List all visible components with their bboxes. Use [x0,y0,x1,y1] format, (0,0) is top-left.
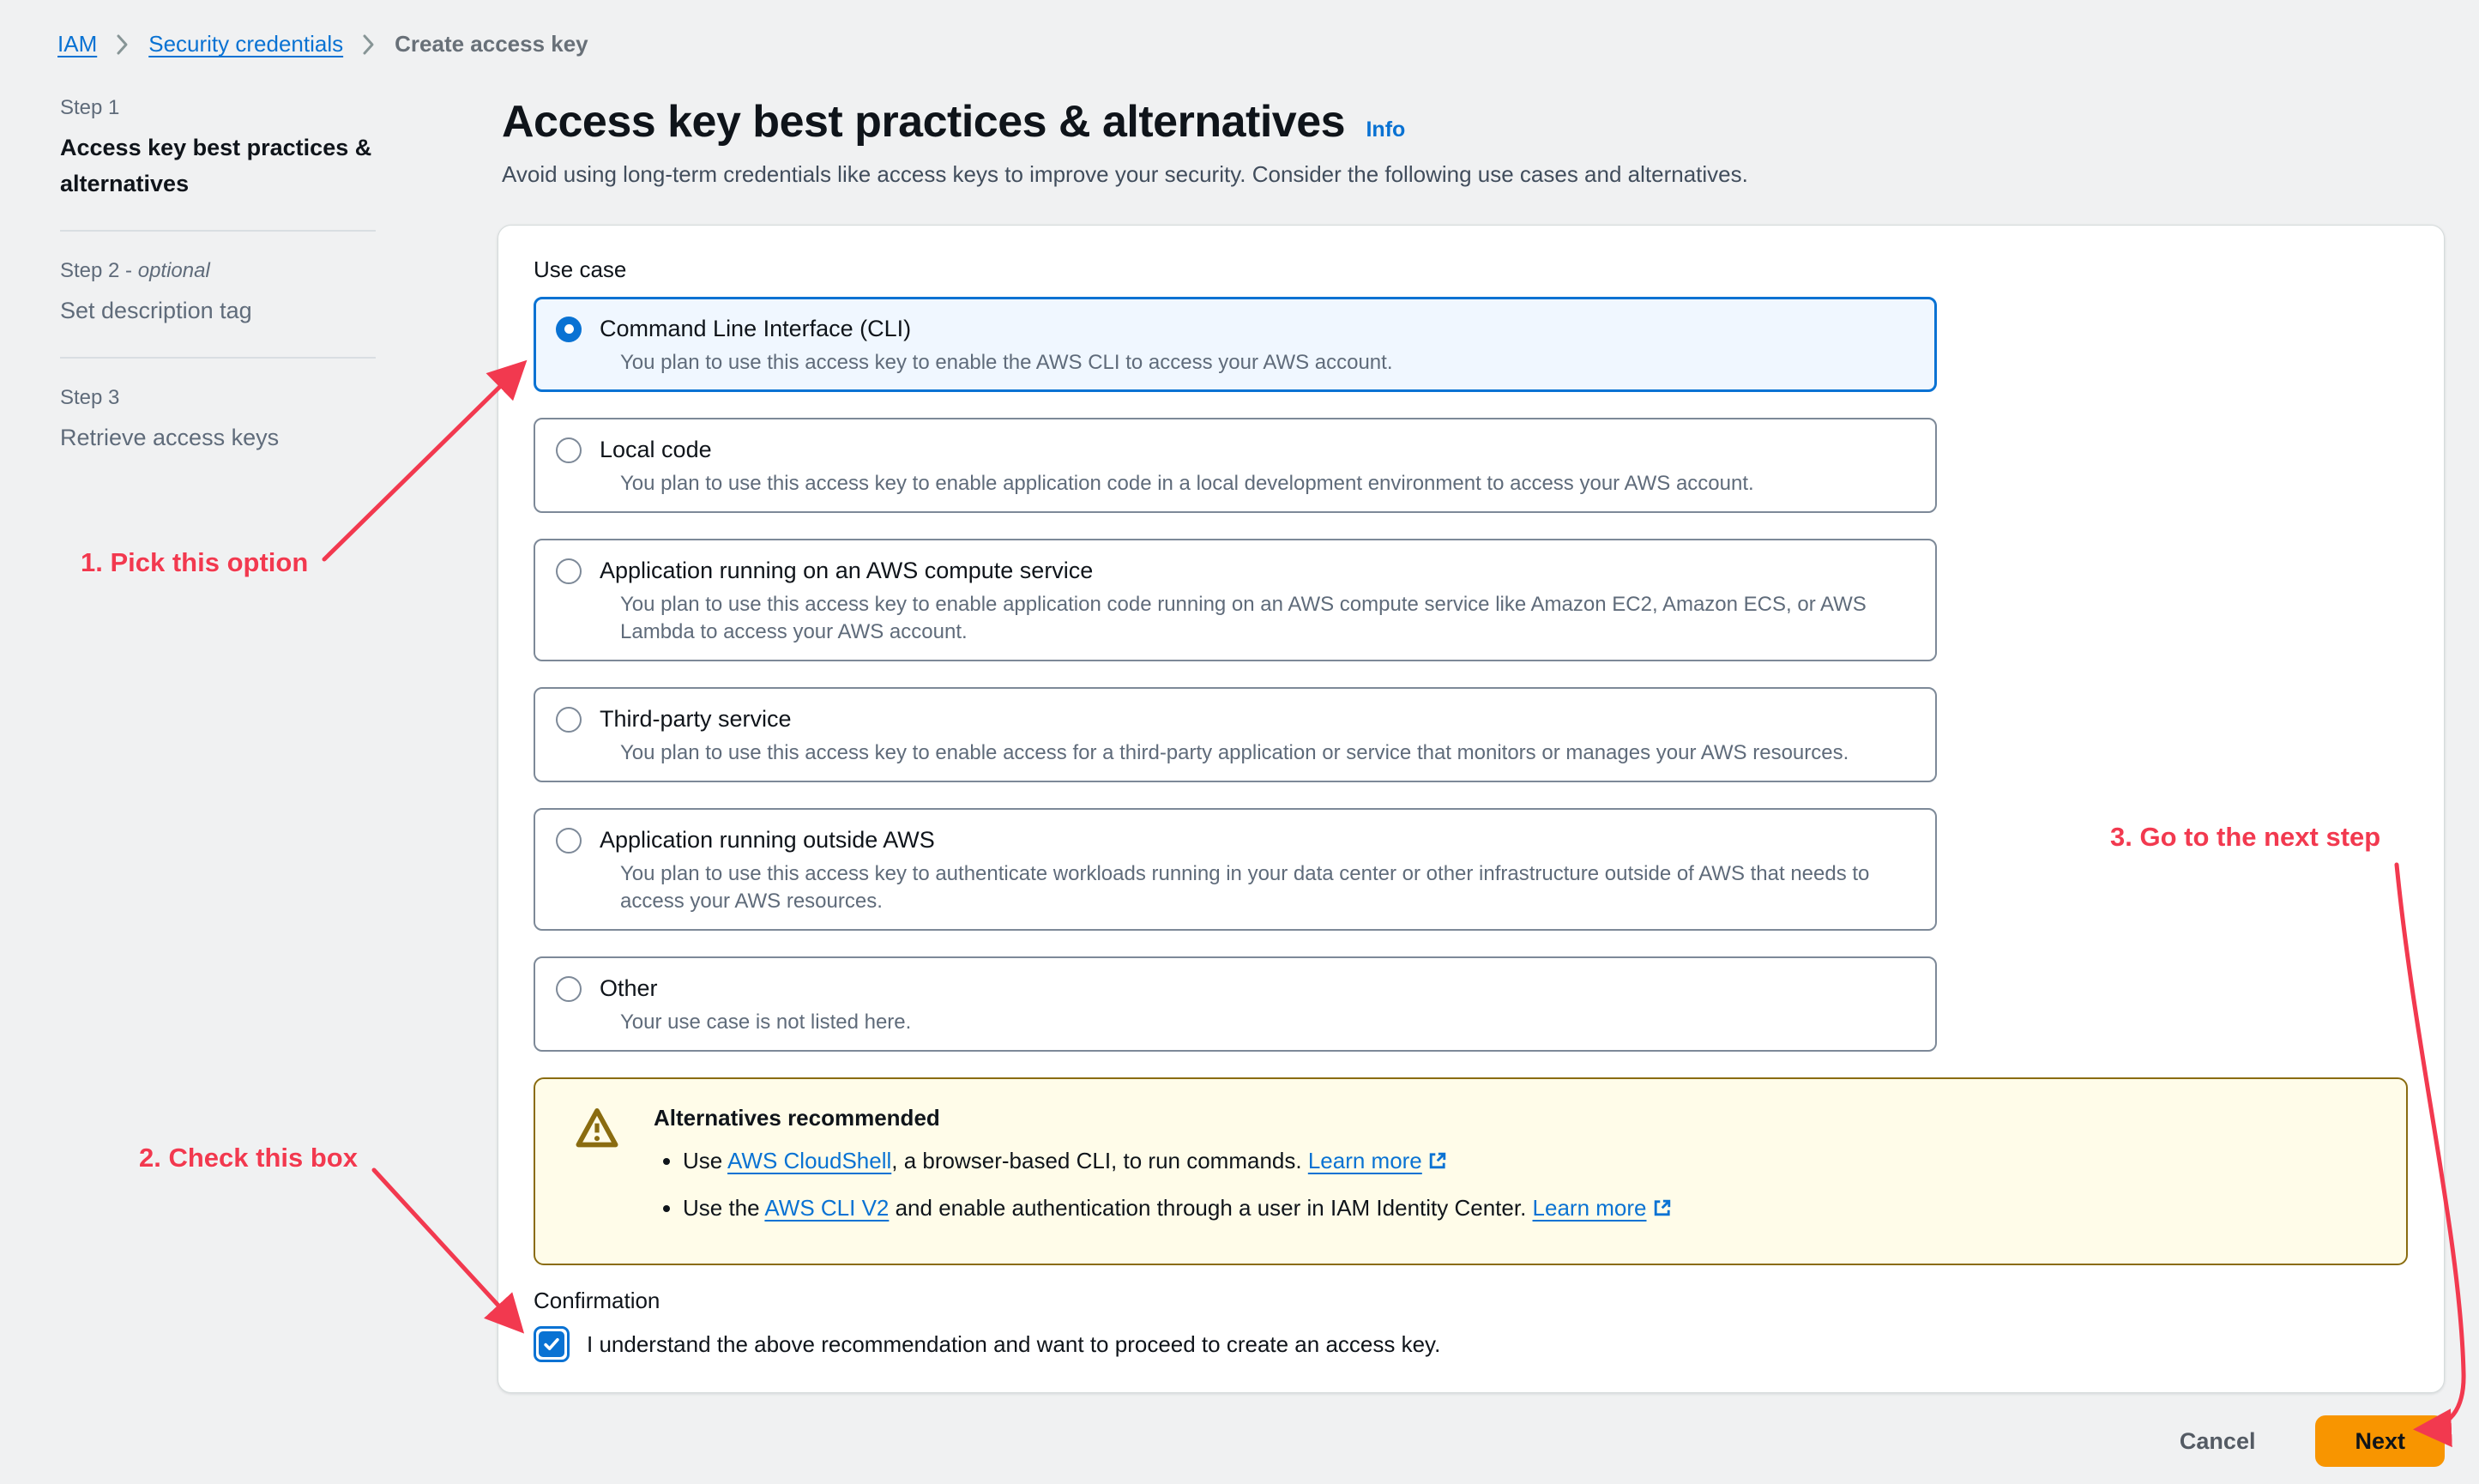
use-case-label: Use case [534,256,2410,283]
tile-title: Application running on an AWS compute se… [600,558,1093,584]
wizard-step-2: Step 2 - optional Set description tag [60,259,403,329]
page-title: Access key best practices & alternatives [502,97,1345,147]
tile-description: You plan to use this access key to authe… [620,860,1906,915]
alternatives-warning-alert: Alternatives recommended Use AWS CloudSh… [534,1077,2408,1265]
chevron-right-icon [116,33,130,56]
tile-aws-compute-service[interactable]: Application running on an AWS compute se… [534,539,1937,661]
checkbox-checked-icon [539,1331,564,1357]
radio-icon[interactable] [556,558,582,584]
tile-title: Third-party service [600,706,792,733]
step-2-title[interactable]: Set description tag [60,293,403,329]
wizard-steps-nav: Step 1 Access key best practices & alter… [60,96,403,455]
chevron-right-icon [362,33,376,56]
radio-selected-icon[interactable] [556,317,582,342]
wizard-step-1: Step 1 Access key best practices & alter… [60,96,403,202]
tile-title: Other [600,975,658,1002]
tile-local-code[interactable]: Local code You plan to use this access k… [534,418,1937,513]
tile-cli[interactable]: Command Line Interface (CLI) You plan to… [534,297,1937,392]
radio-icon[interactable] [556,976,582,1002]
wizard-actions: Cancel Next [2174,1415,2445,1467]
aws-cloudshell-link[interactable]: AWS CloudShell [727,1148,891,1173]
tile-description: You plan to use this access key to enabl… [620,591,1906,646]
step-3-title[interactable]: Retrieve access keys [60,420,403,456]
breadcrumb-current: Create access key [395,31,588,57]
step-1-label: Step 1 [60,96,403,120]
radio-icon[interactable] [556,828,582,854]
use-case-tiles: Command Line Interface (CLI) You plan to… [534,297,1937,1052]
use-case-card: Use case Command Line Interface (CLI) Yo… [498,225,2445,1393]
cancel-button[interactable]: Cancel [2174,1427,2261,1456]
tile-outside-aws[interactable]: Application running outside AWS You plan… [534,808,1937,931]
step-1-title: Access key best practices & alternatives [60,130,403,202]
external-link-icon [1652,1195,1673,1226]
radio-icon[interactable] [556,437,582,463]
step-3-label: Step 3 [60,386,403,410]
tile-title: Application running outside AWS [600,827,935,854]
breadcrumb-link-security-credentials[interactable]: Security credentials [148,31,343,57]
external-link-icon [1427,1148,1448,1179]
page-header: Access key best practices & alternatives… [502,96,2440,188]
breadcrumb-link-iam[interactable]: IAM [57,31,97,57]
tile-description: You plan to use this access key to enabl… [620,470,1906,498]
tile-title: Local code [600,437,712,463]
annotation-pick-option: 1. Pick this option [81,547,308,578]
radio-icon[interactable] [556,707,582,733]
confirmation-checkbox[interactable] [534,1326,570,1362]
info-link[interactable]: Info [1366,118,1405,142]
tile-description: Your use case is not listed here. [620,1009,1906,1036]
tile-third-party-service[interactable]: Third-party service You plan to use this… [534,687,1937,782]
divider [60,357,376,359]
tile-description: You plan to use this access key to enabl… [620,739,1906,767]
learn-more-link[interactable]: Learn more [1308,1148,1422,1173]
breadcrumb: IAM Security credentials Create access k… [57,31,588,57]
warning-triangle-icon [575,1107,619,1240]
next-button[interactable]: Next [2315,1415,2445,1467]
warning-title: Alternatives recommended [654,1105,1673,1131]
annotation-next-step: 3. Go to the next step [2110,822,2380,853]
confirmation-checkbox-label: I understand the above recommendation an… [587,1331,1440,1358]
page-subtitle: Avoid using long-term credentials like a… [502,161,2440,188]
step-2-label: Step 2 - optional [60,259,403,283]
confirmation-label: Confirmation [534,1288,2410,1314]
warning-bullet: Use the AWS CLI V2 and enable authentica… [683,1192,1673,1226]
warning-bullet: Use AWS CloudShell, a browser-based CLI,… [683,1145,1673,1179]
annotation-check-box: 2. Check this box [139,1143,358,1173]
tile-description: You plan to use this access key to enabl… [620,349,1906,377]
learn-more-link[interactable]: Learn more [1533,1195,1647,1221]
tile-title: Command Line Interface (CLI) [600,316,911,342]
wizard-step-3: Step 3 Retrieve access keys [60,386,403,456]
aws-cli-v2-link[interactable]: AWS CLI V2 [764,1195,889,1221]
divider [60,230,376,232]
tile-other[interactable]: Other Your use case is not listed here. [534,956,1937,1052]
